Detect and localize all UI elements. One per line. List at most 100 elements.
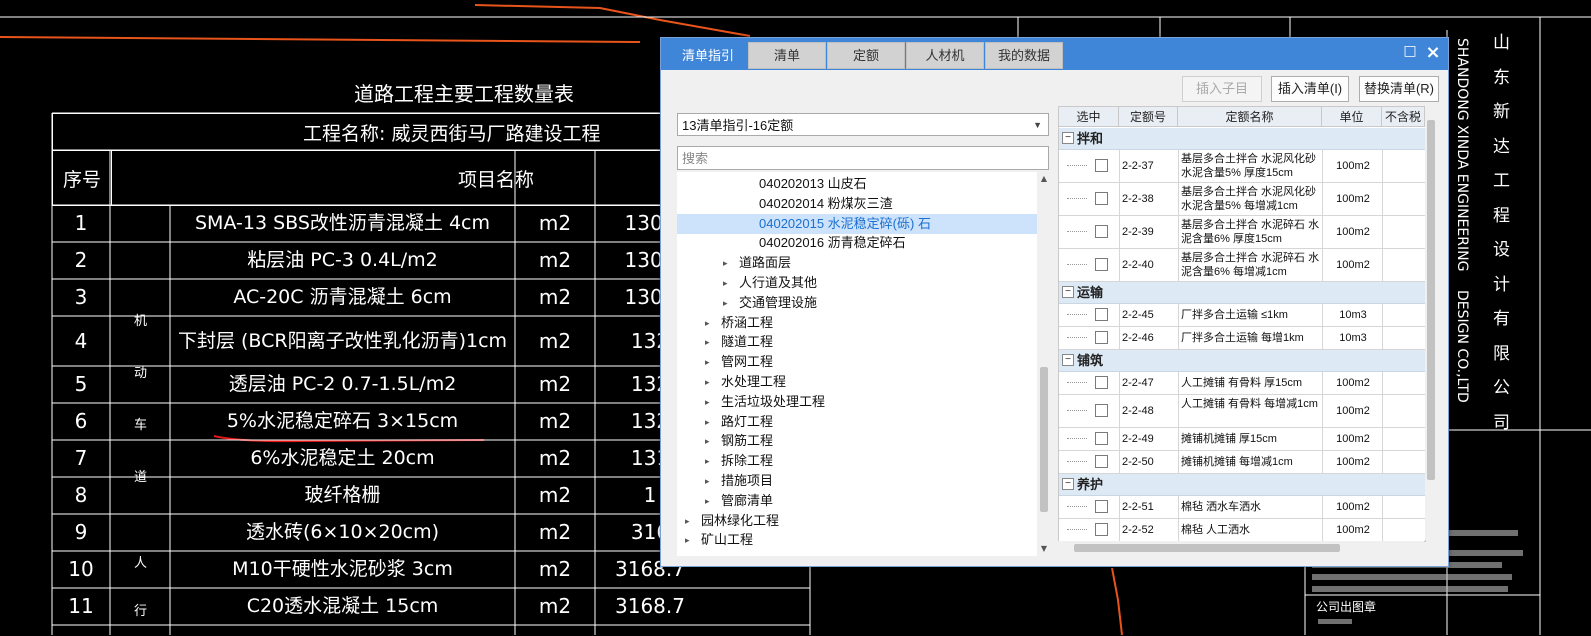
search-input[interactable] [677, 146, 1049, 170]
grid-group-header[interactable]: − 铺筑 [1059, 350, 1425, 372]
expand-arrow-icon[interactable]: ▸ [723, 273, 728, 293]
tree-scroll-thumb[interactable] [1040, 367, 1048, 512]
tree-node[interactable]: ▸ 道路面层 [677, 253, 1037, 273]
tree-node[interactable]: 040202014 粉煤灰三渣 [677, 194, 1037, 214]
tab-my-data[interactable]: 我的数据 [985, 42, 1063, 69]
tree-node[interactable]: ▸ 园林绿化工程 [677, 511, 1037, 531]
row-checkbox[interactable] [1095, 159, 1108, 172]
tree-node[interactable]: ▸ 矿山工程 [677, 530, 1037, 550]
tree-node[interactable]: ▸ 管网工程 [677, 352, 1037, 372]
expand-arrow-icon[interactable]: ▸ [685, 511, 690, 531]
grid-scroll-thumb[interactable] [1427, 120, 1435, 480]
grid-hscroll-thumb[interactable] [1074, 544, 1340, 552]
quota-code: 2-2-51 [1119, 496, 1180, 518]
maximize-icon[interactable]: □ [1401, 43, 1419, 63]
row-number: 3 [74, 285, 88, 309]
company-cn-char: 限 [1493, 343, 1510, 364]
grid-column-header[interactable]: 定额号 [1119, 107, 1178, 127]
row-checkbox[interactable] [1095, 404, 1108, 417]
tree-node[interactable]: ▸ 交通管理设施 [677, 293, 1037, 313]
row-checkbox[interactable] [1095, 225, 1108, 238]
row-checkbox[interactable] [1095, 376, 1108, 389]
collapse-icon[interactable]: − [1062, 132, 1074, 144]
quota-row[interactable]: 2-2-51 棉毡 洒水车洒水 100m2 [1059, 496, 1425, 519]
quota-row[interactable]: 2-2-47 人工摊铺 有骨料 厚15cm 100m2 [1059, 372, 1425, 395]
close-icon[interactable]: × [1423, 42, 1443, 64]
row-checkbox[interactable] [1095, 331, 1108, 344]
tree-node[interactable]: 040202013 山皮石 [677, 174, 1037, 194]
insert-list-button[interactable]: 插入清单(I) [1271, 76, 1349, 102]
row-checkbox[interactable] [1095, 192, 1108, 205]
expand-arrow-icon[interactable]: ▸ [705, 332, 710, 352]
quota-row[interactable]: 2-2-48 人工摊铺 有骨料 每增减1cm 100m2 [1059, 395, 1425, 428]
grid-column-header[interactable]: 选中 [1059, 107, 1119, 127]
tree-node[interactable]: ▸ 钢筋工程 [677, 431, 1037, 451]
tree-node[interactable]: ▸ 路灯工程 [677, 412, 1037, 432]
grid-column-header[interactable]: 定额名称 [1178, 107, 1322, 127]
collapse-icon[interactable]: − [1062, 286, 1074, 298]
quota-row[interactable]: 2-2-40 基层多合土拌合 水泥碎石 水泥含量6% 每增减1cm 100m2 [1059, 249, 1425, 282]
expand-arrow-icon[interactable]: ▸ [723, 253, 728, 273]
grid-group-header[interactable]: − 运输 [1059, 282, 1425, 304]
row-checkbox[interactable] [1095, 432, 1108, 445]
collapse-icon[interactable]: − [1062, 478, 1074, 490]
row-checkbox[interactable] [1095, 500, 1108, 513]
list-guide-tree: 040202013 山皮石 040202014 粉煤灰三渣 040202015 水泥… [677, 172, 1037, 556]
quota-row[interactable]: 2-2-37 基层多合土拌合 水泥风化砂 水泥含量5% 厚度15cm 100m2 [1059, 150, 1425, 183]
expand-arrow-icon[interactable]: ▸ [705, 491, 710, 511]
row-checkbox[interactable] [1095, 455, 1108, 468]
tab-list-guide[interactable]: 清单指引 [669, 42, 747, 69]
replace-list-button[interactable]: 替换清单(R) [1359, 76, 1439, 102]
tree-node[interactable]: ▸ 拆除工程 [677, 451, 1037, 471]
expand-arrow-icon[interactable]: ▸ [705, 352, 710, 372]
expand-arrow-icon[interactable]: ▸ [705, 372, 710, 392]
collapse-icon[interactable]: − [1062, 354, 1074, 366]
tree-node[interactable]: ▸ 水处理工程 [677, 372, 1037, 392]
library-select[interactable]: 13清单指引-16定额 ▼ [677, 113, 1049, 136]
grid-column-header[interactable]: 单位 [1322, 107, 1382, 127]
tree-scrollbar[interactable]: ▲ ▼ [1038, 172, 1050, 556]
tree-node[interactable]: 040202015 水泥稳定碎(砾) 石 [677, 213, 1037, 234]
tree-node[interactable]: ▸ 措施项目 [677, 471, 1037, 491]
tab-quota[interactable]: 定额 [827, 42, 905, 69]
expand-arrow-icon[interactable]: ▸ [705, 392, 710, 412]
expand-arrow-icon[interactable]: ▸ [685, 530, 690, 550]
quota-row[interactable]: 2-2-39 基层多合土拌合 水泥碎石 水泥含量6% 厚度15cm 100m2 [1059, 216, 1425, 249]
expand-arrow-icon[interactable]: ▸ [705, 313, 710, 333]
quota-row[interactable]: 2-2-38 基层多合土拌合 水泥风化砂 水泥含量5% 每增减1cm 100m2 [1059, 183, 1425, 216]
insert-child-button[interactable]: 插入子目 [1182, 76, 1262, 102]
quota-unit: 100m2 [1322, 183, 1383, 215]
row-item-name: 粘层油 PC-3 0.4L/m2 [247, 249, 438, 271]
quota-row[interactable]: 2-2-45 厂拌多合土运输 ≤1km 10m3 [1059, 304, 1425, 327]
tree-connector [1067, 461, 1087, 462]
grid-group-header[interactable]: − 拌和 [1059, 128, 1425, 150]
quota-row[interactable]: 2-2-50 摊铺机摊铺 每增减1cm 100m2 [1059, 451, 1425, 474]
grid-vertical-scrollbar[interactable] [1425, 106, 1437, 540]
expand-arrow-icon[interactable]: ▸ [705, 471, 710, 491]
tree-node[interactable]: ▸ 隧道工程 [677, 332, 1037, 352]
quota-unit: 10m3 [1322, 327, 1383, 349]
scroll-down-icon[interactable]: ▼ [1038, 544, 1050, 553]
expand-arrow-icon[interactable]: ▸ [723, 293, 728, 313]
row-checkbox[interactable] [1095, 308, 1108, 321]
tree-node[interactable]: ▸ 生活垃圾处理工程 [677, 392, 1037, 412]
quota-row[interactable]: 2-2-49 摊铺机摊铺 厚15cm 100m2 [1059, 428, 1425, 451]
quota-row[interactable]: 2-2-52 棉毡 人工洒水 100m2 [1059, 519, 1425, 541]
expand-arrow-icon[interactable]: ▸ [705, 431, 710, 451]
expand-arrow-icon[interactable]: ▸ [705, 451, 710, 471]
tab-materials[interactable]: 人材机 [906, 42, 984, 69]
grid-column-header[interactable]: 不含税 [1382, 107, 1425, 127]
tree-node[interactable]: ▸ 桥涵工程 [677, 313, 1037, 333]
quota-row[interactable]: 2-2-46 厂拌多合土运输 每增1km 10m3 [1059, 327, 1425, 350]
tree-node[interactable]: ▸ 人行道及其他 [677, 273, 1037, 293]
row-checkbox[interactable] [1095, 523, 1108, 536]
tab-list[interactable]: 清单 [748, 42, 826, 69]
quota-code: 2-2-39 [1119, 216, 1180, 248]
expand-arrow-icon[interactable]: ▸ [705, 412, 710, 432]
row-checkbox[interactable] [1095, 258, 1108, 271]
grid-horizontal-scrollbar[interactable] [1058, 541, 1424, 555]
scroll-up-icon[interactable]: ▲ [1038, 174, 1050, 183]
tree-node[interactable]: 040202016 沥青稳定碎石 [677, 233, 1037, 253]
grid-group-header[interactable]: − 养护 [1059, 474, 1425, 496]
tree-node[interactable]: ▸ 管廊清单 [677, 491, 1037, 511]
